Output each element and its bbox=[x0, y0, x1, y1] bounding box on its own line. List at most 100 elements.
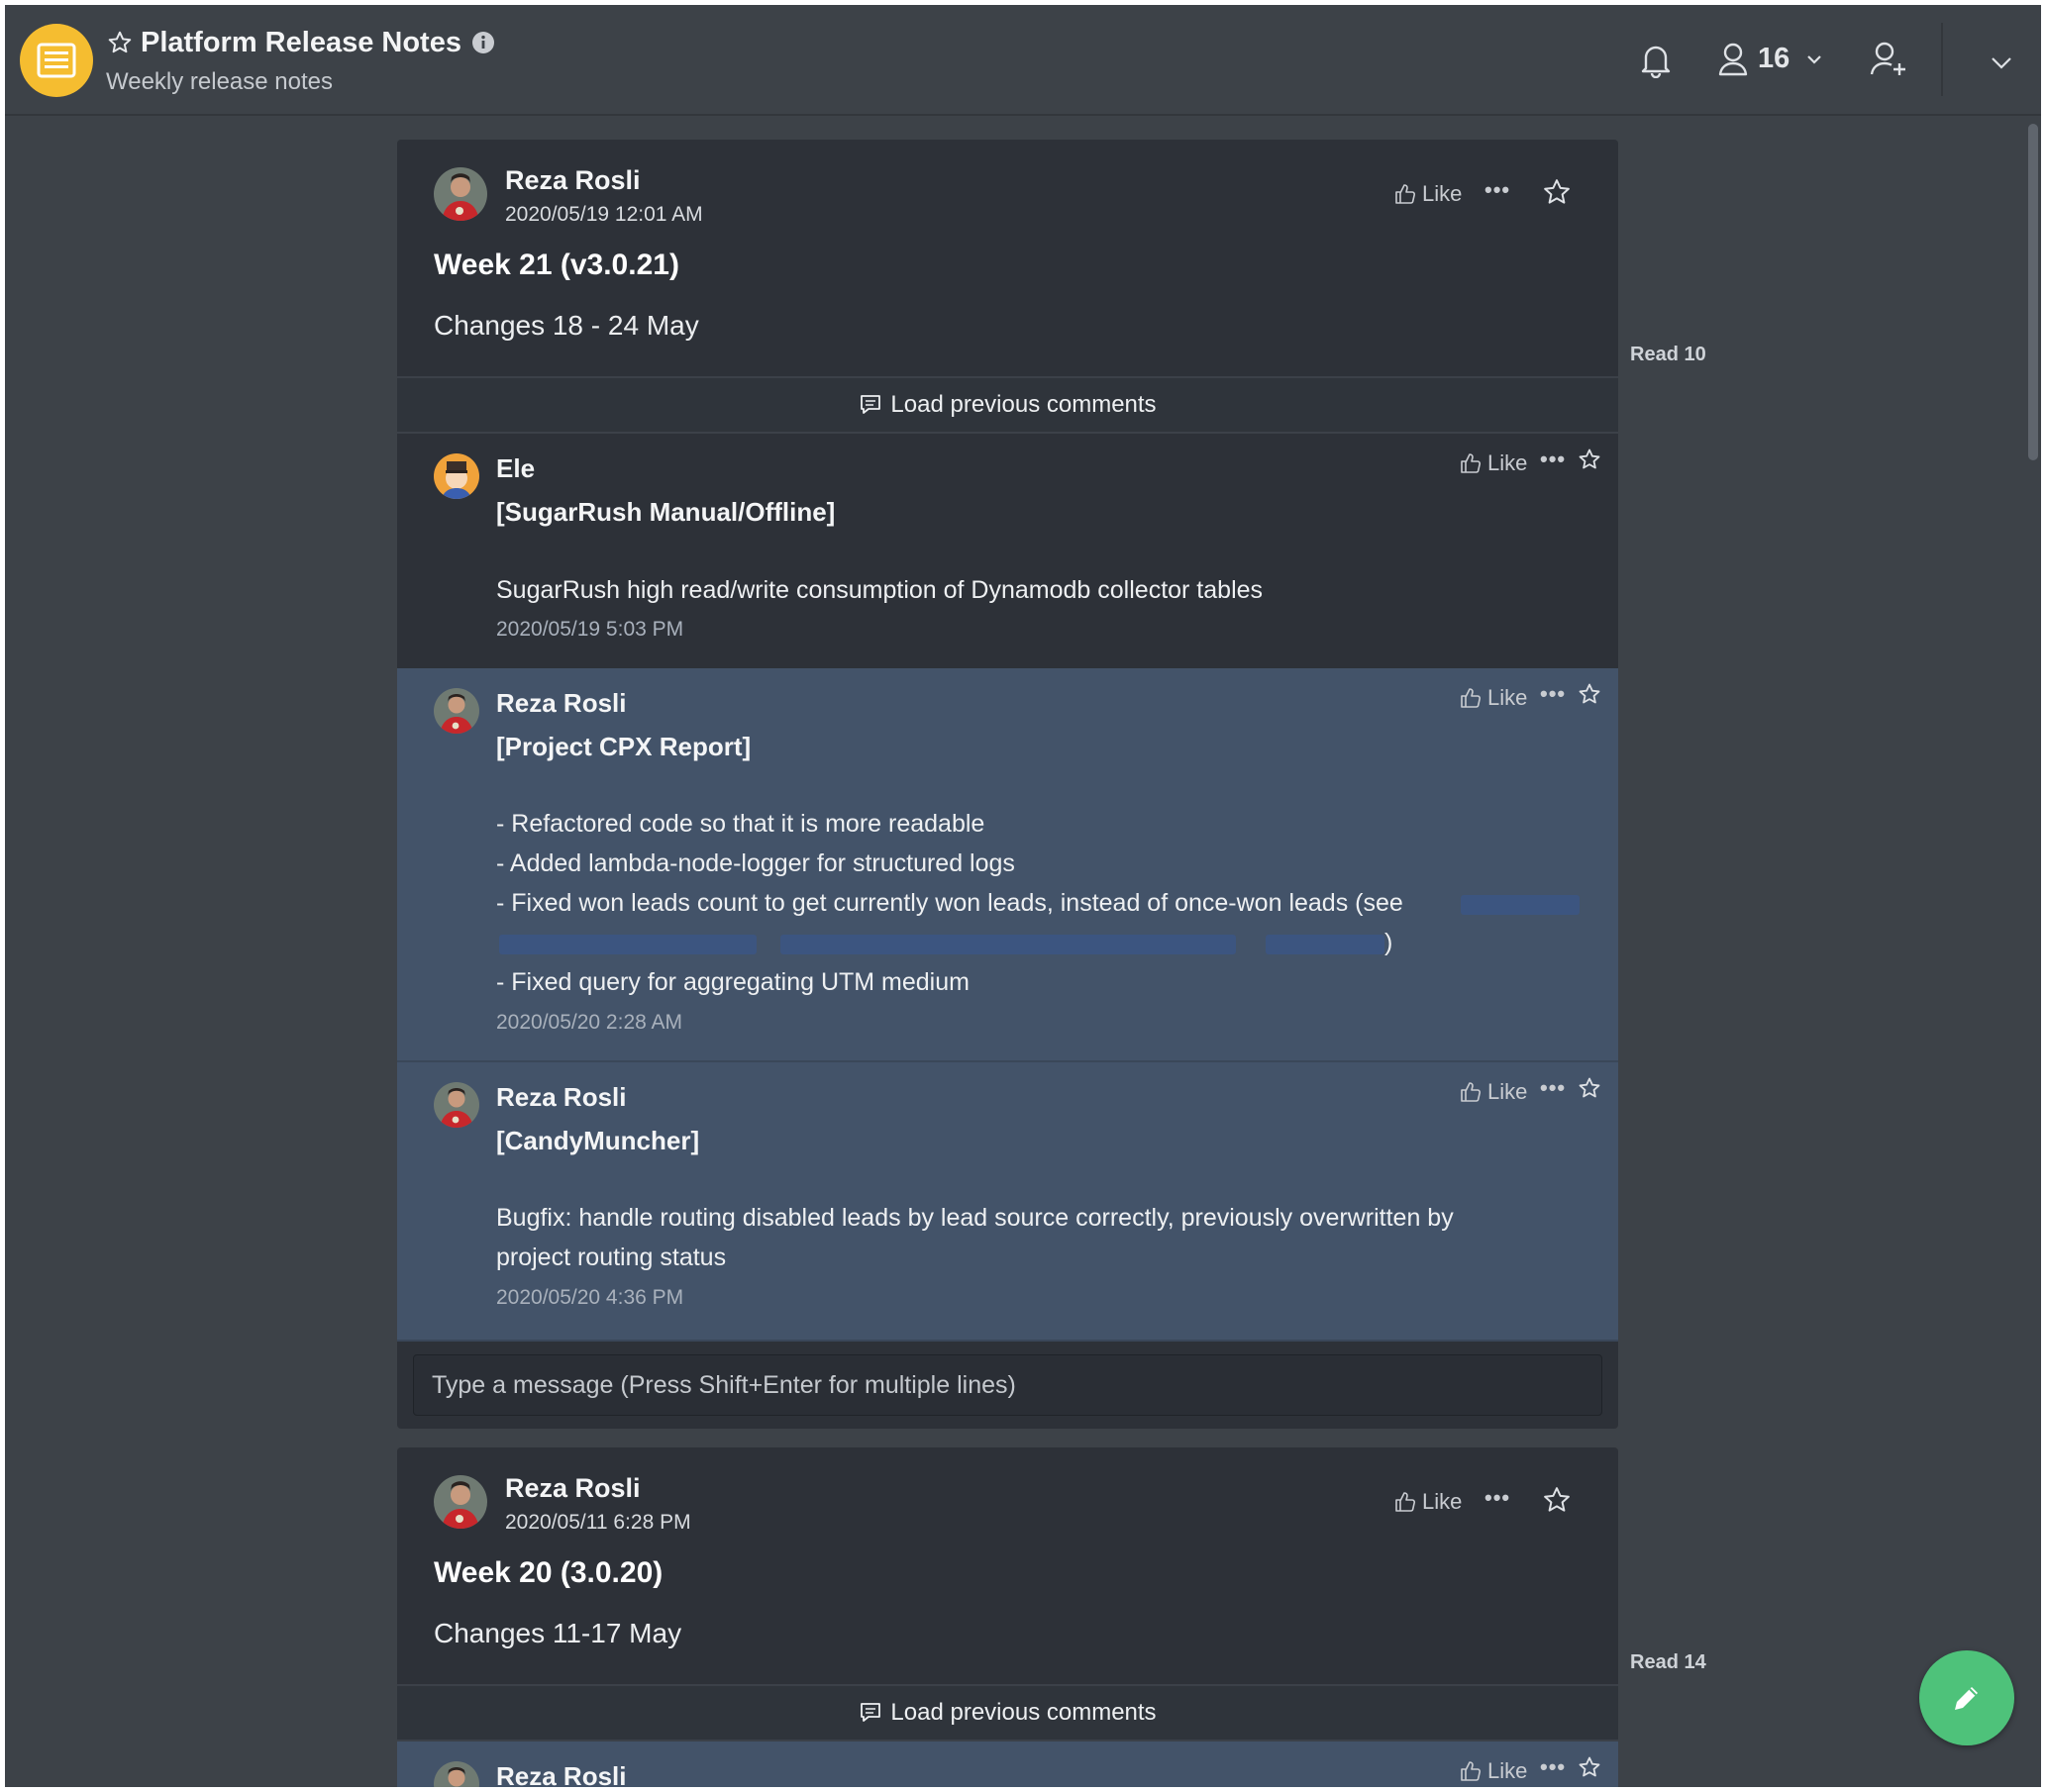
more-icon[interactable]: ••• bbox=[1540, 1075, 1566, 1101]
like-label: Like bbox=[1487, 1079, 1528, 1104]
thumbs-up-icon bbox=[1395, 184, 1416, 204]
compose-button[interactable] bbox=[1919, 1650, 2014, 1745]
star-icon[interactable] bbox=[1542, 1485, 1572, 1515]
post-card: Reza Rosli 2020/05/11 6:28 PM Like ••• W… bbox=[397, 1447, 1618, 1787]
avatar[interactable] bbox=[434, 1082, 479, 1128]
like-button[interactable]: Like bbox=[1460, 1758, 1527, 1784]
star-icon[interactable] bbox=[1542, 177, 1572, 207]
info-icon[interactable] bbox=[471, 31, 495, 54]
like-button[interactable]: Like bbox=[1394, 181, 1462, 207]
comment-line: - Fixed won leads count to get currently… bbox=[496, 889, 1403, 917]
thumbs-up-icon bbox=[1461, 1761, 1482, 1781]
read-count[interactable]: Read 14 bbox=[1630, 1651, 1706, 1674]
comment-line: - Refactored code so that it is more rea… bbox=[496, 810, 985, 838]
app-window: Platform Release Notes Weekly release no… bbox=[5, 5, 2041, 1787]
avatar[interactable] bbox=[434, 688, 479, 734]
comment-line: ) bbox=[1384, 929, 1393, 956]
comment-line: - Added lambda-node-logger for structure… bbox=[496, 849, 1015, 877]
post-author[interactable]: Reza Rosli bbox=[505, 165, 641, 196]
member-count[interactable]: 16 bbox=[1758, 43, 1790, 75]
comment: Reza Rosli [CandyMuncher] Bugfix: handle… bbox=[397, 1062, 1618, 1342]
like-button[interactable]: Like bbox=[1394, 1489, 1462, 1515]
star-icon[interactable] bbox=[1578, 1076, 1601, 1100]
comment-tag: [CandyMuncher] bbox=[496, 1126, 700, 1155]
comment-time: 2020/05/19 5:03 PM bbox=[496, 618, 684, 641]
redacted-link bbox=[780, 935, 1236, 954]
like-button[interactable]: Like bbox=[1460, 1079, 1527, 1105]
channel-subtitle: Weekly release notes bbox=[106, 68, 334, 95]
channel-header: Platform Release Notes Weekly release no… bbox=[5, 5, 2041, 116]
more-icon[interactable]: ••• bbox=[1540, 447, 1566, 472]
comment: Reza Rosli Like ••• bbox=[397, 1742, 1618, 1787]
channel-title-row: Platform Release Notes bbox=[107, 21, 495, 64]
comment-icon bbox=[861, 395, 881, 414]
add-user-icon[interactable] bbox=[1870, 42, 1907, 77]
bell-icon[interactable] bbox=[1640, 43, 1672, 78]
more-icon[interactable]: ••• bbox=[1540, 1754, 1566, 1780]
like-label: Like bbox=[1487, 685, 1528, 710]
message-field[interactable] bbox=[414, 1355, 1601, 1415]
redacted-link bbox=[499, 935, 757, 954]
more-icon[interactable]: ••• bbox=[1540, 681, 1566, 707]
avatar[interactable] bbox=[434, 1761, 479, 1787]
load-previous-label: Load previous comments bbox=[890, 1699, 1157, 1726]
post-author[interactable]: Reza Rosli bbox=[505, 1473, 641, 1504]
document-icon bbox=[37, 43, 76, 78]
redacted-link bbox=[1461, 895, 1580, 915]
comment-time: 2020/05/20 2:28 AM bbox=[496, 1011, 682, 1034]
comment-time: 2020/05/20 4:36 PM bbox=[496, 1286, 684, 1309]
like-button[interactable]: Like bbox=[1460, 450, 1527, 476]
chevron-down-icon[interactable] bbox=[1806, 53, 1822, 65]
post-body: Changes 11-17 May bbox=[434, 1618, 682, 1648]
post-body: Changes 18 - 24 May bbox=[434, 310, 699, 341]
thumbs-up-icon bbox=[1461, 1082, 1482, 1102]
channel-title: Platform Release Notes bbox=[141, 26, 461, 58]
comment-author[interactable]: Reza Rosli bbox=[496, 1761, 627, 1787]
star-icon[interactable] bbox=[1578, 682, 1601, 706]
post-date: 2020/05/11 6:28 PM bbox=[505, 1511, 691, 1534]
comment-line: - Fixed query for aggregating UTM medium bbox=[496, 968, 970, 996]
post-title: Week 20 (3.0.20) bbox=[434, 1556, 664, 1589]
load-previous-comments[interactable]: Load previous comments bbox=[397, 376, 1618, 434]
thumbs-up-icon bbox=[1461, 688, 1482, 708]
comment: Ele [SugarRush Manual/Offline] SugarRush… bbox=[397, 434, 1618, 668]
user-icon[interactable] bbox=[1717, 43, 1749, 76]
channel-logo[interactable] bbox=[20, 24, 93, 97]
avatar[interactable] bbox=[434, 453, 479, 499]
comment-line: SugarRush high read/write consumption of… bbox=[496, 576, 1264, 604]
post-title: Week 21 (v3.0.21) bbox=[434, 249, 679, 281]
post-date: 2020/05/19 12:01 AM bbox=[505, 203, 703, 226]
like-button[interactable]: Like bbox=[1460, 685, 1527, 711]
chevron-down-icon[interactable] bbox=[1991, 56, 2012, 70]
comment-line: project routing status bbox=[496, 1244, 727, 1271]
avatar[interactable] bbox=[434, 1475, 487, 1529]
like-label: Like bbox=[1422, 1489, 1463, 1514]
comment-icon bbox=[861, 1703, 881, 1722]
like-label: Like bbox=[1487, 1758, 1528, 1783]
like-label: Like bbox=[1487, 450, 1528, 475]
header-divider bbox=[1941, 23, 1943, 96]
like-label: Like bbox=[1422, 181, 1463, 206]
comment-tag: [Project CPX Report] bbox=[496, 732, 752, 761]
comment-tag: [SugarRush Manual/Offline] bbox=[496, 497, 836, 527]
comment-author[interactable]: Reza Rosli bbox=[496, 688, 627, 719]
avatar[interactable] bbox=[434, 167, 487, 221]
comment-author[interactable]: Reza Rosli bbox=[496, 1082, 627, 1113]
thumbs-up-icon bbox=[1395, 1492, 1416, 1512]
pencil-icon bbox=[1955, 1687, 1978, 1710]
load-previous-comments[interactable]: Load previous comments bbox=[397, 1684, 1618, 1742]
scrollbar[interactable] bbox=[2028, 124, 2038, 460]
comment-author[interactable]: Ele bbox=[496, 453, 535, 484]
message-input[interactable] bbox=[413, 1354, 1602, 1416]
comment-line: Bugfix: handle routing disabled leads by… bbox=[496, 1204, 1454, 1232]
comment: Reza Rosli [Project CPX Report] - Refact… bbox=[397, 668, 1618, 1062]
redacted-link bbox=[1266, 935, 1384, 954]
star-icon[interactable] bbox=[1578, 1755, 1601, 1779]
load-previous-label: Load previous comments bbox=[890, 391, 1157, 418]
more-icon[interactable]: ••• bbox=[1484, 177, 1510, 203]
read-count[interactable]: Read 10 bbox=[1630, 344, 1706, 366]
star-icon[interactable] bbox=[107, 30, 133, 55]
more-icon[interactable]: ••• bbox=[1484, 1485, 1510, 1511]
post-card: Reza Rosli 2020/05/19 12:01 AM Like ••• … bbox=[397, 140, 1618, 1429]
star-icon[interactable] bbox=[1578, 448, 1601, 471]
